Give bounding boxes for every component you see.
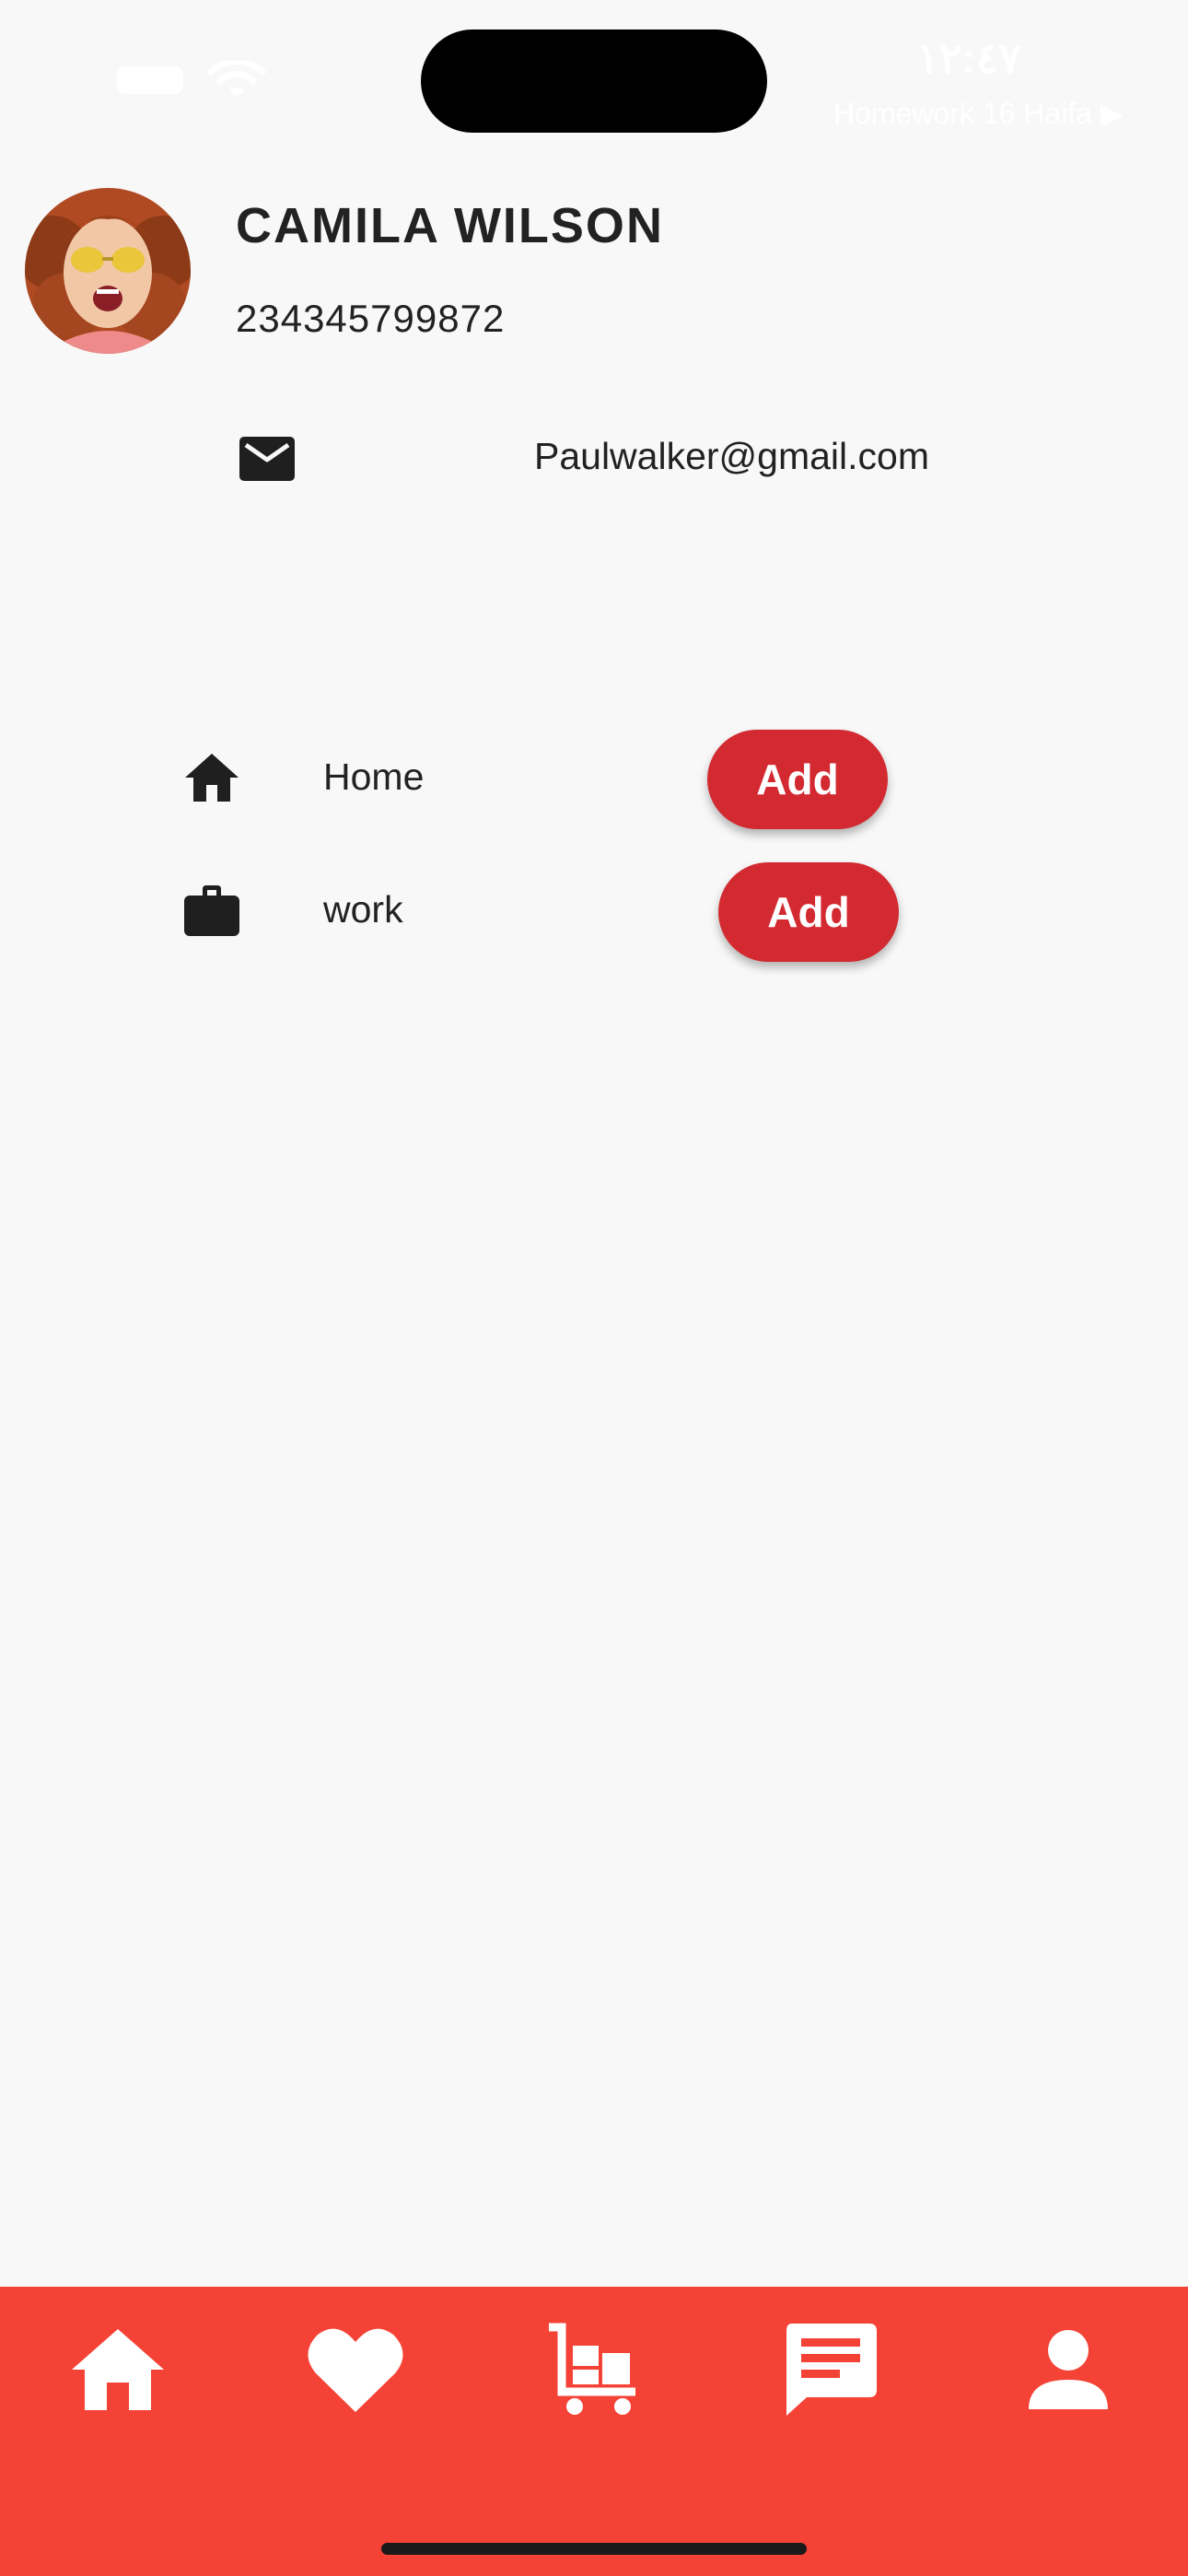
address-label-work: work xyxy=(323,888,403,931)
wifi-icon xyxy=(207,61,266,98)
email-address: Paulwalker@gmail.com xyxy=(534,435,929,477)
nav-favorites[interactable] xyxy=(300,2314,411,2425)
nav-profile[interactable] xyxy=(1013,2314,1124,2425)
profile-phone: 234345799872 xyxy=(236,297,506,340)
dynamic-island xyxy=(421,29,767,133)
back-to-app-link[interactable]: Homework 16 Haifa ▶ xyxy=(833,96,1156,131)
add-home-address-button[interactable]: Add xyxy=(707,730,888,829)
avatar xyxy=(25,188,191,354)
nav-home[interactable] xyxy=(63,2314,173,2425)
chat-icon xyxy=(786,2324,877,2416)
nav-cart[interactable] xyxy=(538,2314,648,2425)
add-work-address-button[interactable]: Add xyxy=(718,862,899,962)
status-bar: ١٢:٤٧ Homework 16 Haifa ▶ xyxy=(0,0,1188,147)
cart-icon xyxy=(549,2323,635,2415)
nav-messages[interactable] xyxy=(775,2314,886,2425)
home-icon xyxy=(72,2329,164,2410)
briefcase-icon xyxy=(184,885,239,936)
bottom-navigation-bar xyxy=(0,2287,1188,2576)
home-indicator[interactable] xyxy=(381,2543,807,2555)
profile-name: CAMILA WILSON xyxy=(236,198,664,253)
heart-icon xyxy=(308,2328,403,2412)
email-icon xyxy=(239,437,295,481)
address-label-home: Home xyxy=(323,755,425,798)
home-icon xyxy=(185,754,239,802)
person-icon xyxy=(1029,2330,1108,2409)
battery-icon xyxy=(117,66,183,94)
status-time: ١٢:٤٧ xyxy=(916,34,1022,82)
